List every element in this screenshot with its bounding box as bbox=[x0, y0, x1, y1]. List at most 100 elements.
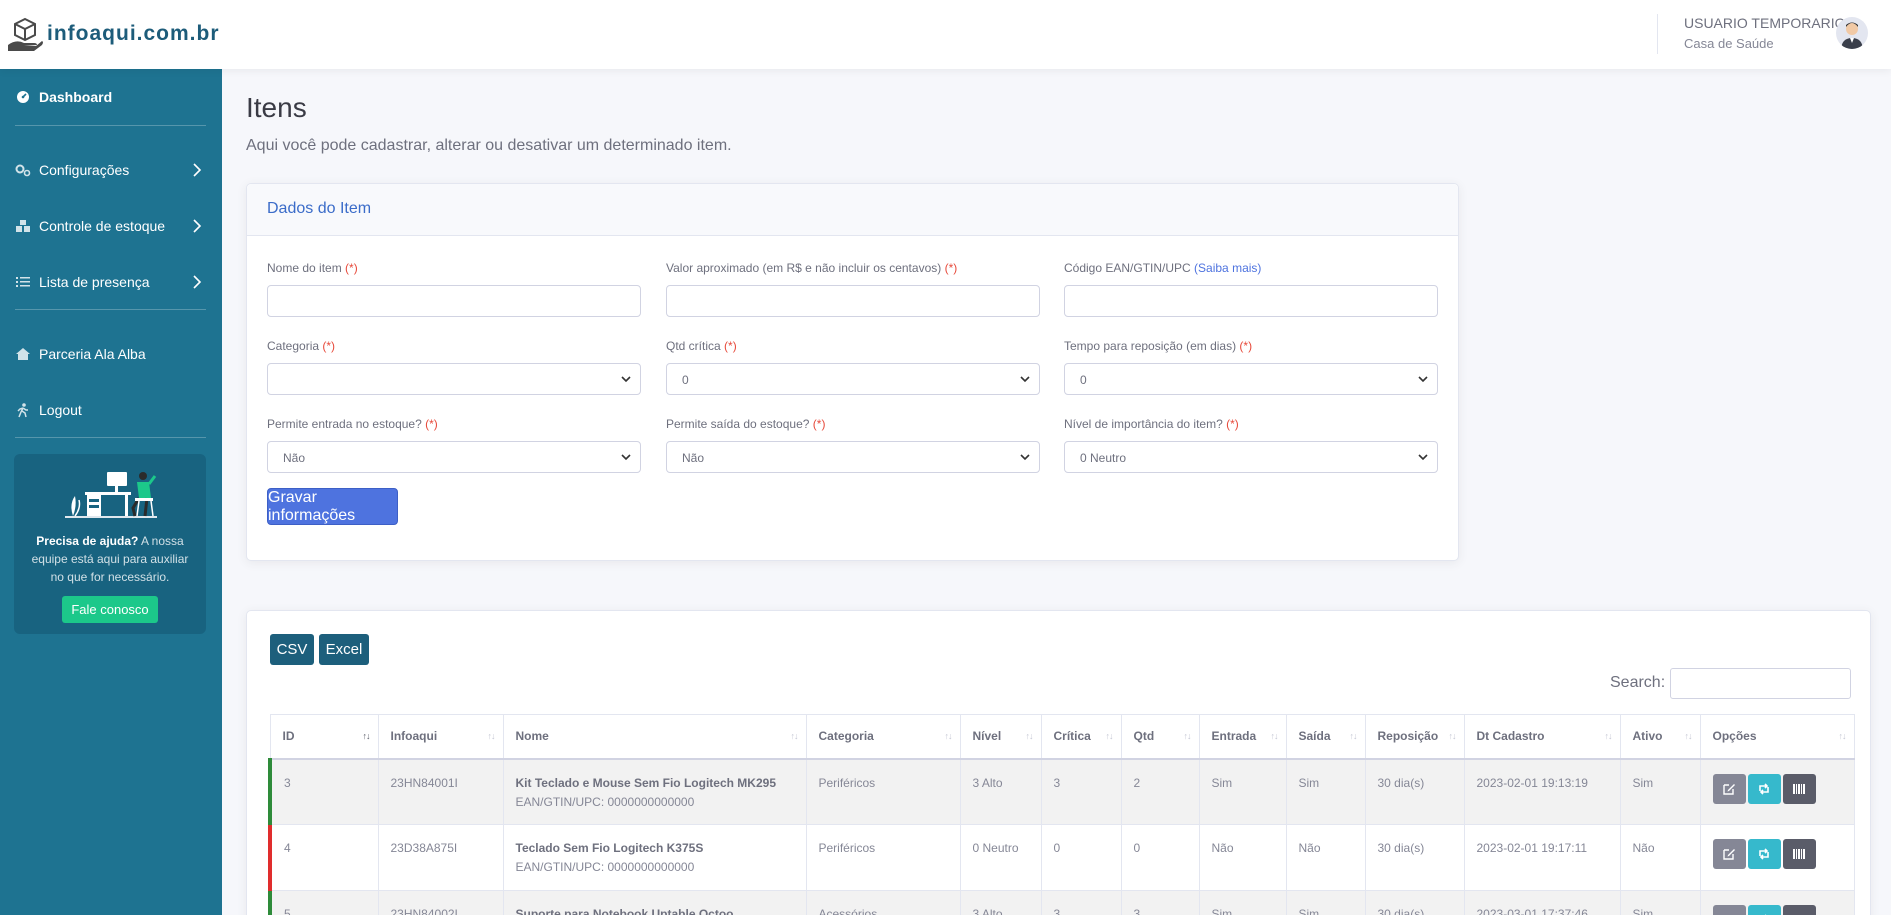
cell-dt-cadastro: 2023-03-01 17:37:46 bbox=[1463, 890, 1621, 915]
excel-export-button[interactable]: Excel bbox=[319, 634, 369, 665]
saida-select[interactable]: Não bbox=[666, 441, 1040, 473]
barcode-button[interactable] bbox=[1782, 905, 1816, 915]
sort-icon: ↑↓ bbox=[1105, 731, 1114, 741]
csv-export-button[interactable]: CSV bbox=[270, 634, 314, 665]
cell-infoaqui: 23HN84001I bbox=[377, 758, 504, 825]
sort-icon: ↑↓ bbox=[1270, 731, 1279, 741]
column-header-id[interactable]: ID ↑↓ bbox=[269, 714, 379, 760]
entrada-select[interactable]: Não bbox=[267, 441, 641, 473]
cell-id: 5 bbox=[268, 890, 379, 915]
sidebar-item-lista-presenca[interactable]: Lista de presença bbox=[0, 262, 222, 302]
saiba-mais-link[interactable]: (Saiba mais) bbox=[1194, 261, 1261, 275]
item-name: Kit Teclado e Mouse Sem Fio Logitech MK2… bbox=[515, 775, 777, 790]
entrada-label: Permite entrada no estoque? (*) bbox=[267, 417, 438, 431]
cell-nome: Teclado Sem Fio Logitech K375S EAN/GTIN/U… bbox=[502, 824, 807, 891]
cell-nivel: 3 Alto bbox=[959, 890, 1042, 915]
tempo-label: Tempo para reposição (em dias) (*) bbox=[1064, 339, 1253, 353]
edit-button[interactable] bbox=[1712, 905, 1746, 915]
sidebar-item-label: Logout bbox=[39, 402, 82, 418]
sidebar-item-logout[interactable]: Logout bbox=[0, 390, 222, 430]
page-title: Itens bbox=[246, 92, 307, 123]
column-header-nome[interactable]: Nome ↑↓ bbox=[502, 714, 807, 760]
sidebar-item-label: Lista de presença bbox=[39, 274, 150, 290]
sidebar-item-label: Controle de estoque bbox=[39, 218, 166, 234]
edit-button[interactable] bbox=[1712, 839, 1746, 869]
cell-infoaqui: 23HN84002I bbox=[377, 890, 504, 915]
edit-icon bbox=[1723, 783, 1735, 795]
sidebar-item-parceria[interactable]: Parceria Ala Alba bbox=[0, 334, 222, 374]
walking-icon bbox=[15, 402, 31, 418]
toggle-status-button[interactable] bbox=[1747, 905, 1781, 915]
desk-illustration-icon bbox=[65, 472, 157, 518]
sidebar-item-dashboard[interactable]: Dashboard bbox=[0, 77, 222, 117]
user-info[interactable]: USUARIO TEMPORARIO Casa de Saúde bbox=[1684, 15, 1846, 51]
retweet-icon bbox=[1759, 848, 1769, 860]
cell-nivel: 3 Alto bbox=[959, 758, 1042, 825]
nivel-select[interactable]: 0 Neutro bbox=[1064, 441, 1438, 473]
column-header-saida[interactable]: Saída ↑↓ bbox=[1285, 714, 1366, 760]
sort-icon: ↑↓ bbox=[1183, 731, 1192, 741]
codigo-input[interactable] bbox=[1064, 285, 1438, 317]
user-avatar-icon bbox=[1841, 22, 1863, 49]
table-header-row: ID ↑↓ Infoaqui ↑↓ Nome ↑↓ Categoria ↑↓ Nível… bbox=[269, 714, 1855, 760]
cell-dt-cadastro: 2023-02-01 19:13:19 bbox=[1463, 758, 1621, 825]
avatar[interactable] bbox=[1836, 17, 1868, 49]
saida-label: Permite saída do estoque? (*) bbox=[666, 417, 826, 431]
sidebar: Dashboard Configurações Controle de esto… bbox=[0, 69, 222, 915]
column-header-entrada[interactable]: Entrada ↑↓ bbox=[1198, 714, 1287, 760]
sidebar-item-label: Parceria Ala Alba bbox=[39, 346, 146, 362]
sort-icon: ↑↓ bbox=[487, 731, 496, 741]
cell-opcoes bbox=[1699, 758, 1855, 825]
toggle-status-button[interactable] bbox=[1747, 773, 1781, 804]
cell-saida: Não bbox=[1285, 824, 1366, 891]
cell-entrada: Não bbox=[1198, 824, 1287, 891]
cell-id: 3 bbox=[268, 758, 379, 825]
nome-input[interactable] bbox=[267, 285, 641, 317]
brand-logo[interactable]: infoaqui.com.br bbox=[6, 15, 220, 53]
barcode-button[interactable] bbox=[1782, 773, 1816, 804]
table-row: 3 23HN84001I Kit Teclado e Mouse Sem Fio… bbox=[268, 758, 1855, 825]
nome-label: Nome do item (*) bbox=[267, 261, 358, 275]
chevron-right-icon bbox=[193, 275, 202, 289]
tempo-select[interactable]: 0 bbox=[1064, 363, 1438, 395]
sort-icon: ↑↓ bbox=[790, 731, 799, 741]
cell-qtd: 2 bbox=[1120, 758, 1200, 825]
cell-ativo: Sim bbox=[1619, 758, 1701, 825]
column-header-qtd[interactable]: Qtd ↑↓ bbox=[1120, 714, 1200, 760]
qtd-critica-select[interactable]: 0 bbox=[666, 363, 1040, 395]
sort-icon: ↑↓ bbox=[1684, 731, 1693, 741]
page-subtitle: Aqui você pode cadastrar, alterar ou des… bbox=[246, 137, 732, 154]
column-header-dt-cadastro[interactable]: Dt Cadastro ↑↓ bbox=[1463, 714, 1621, 760]
contact-button[interactable]: Fale conosco bbox=[62, 596, 158, 623]
card-header: Dados do Item bbox=[247, 184, 1458, 236]
cell-reposicao: 30 dia(s) bbox=[1364, 824, 1465, 891]
sidebar-item-configuracoes[interactable]: Configurações bbox=[0, 150, 222, 190]
column-header-infoaqui[interactable]: Infoaqui ↑↓ bbox=[377, 714, 504, 760]
column-header-nivel[interactable]: Nível ↑↓ bbox=[959, 714, 1042, 760]
list-icon bbox=[15, 274, 31, 290]
column-header-opcoes[interactable]: Opções ↑↓ bbox=[1699, 714, 1855, 760]
column-header-critica[interactable]: Crítica ↑↓ bbox=[1040, 714, 1122, 760]
save-button[interactable]: Gravar informações bbox=[267, 488, 398, 525]
chevron-down-icon bbox=[1418, 376, 1428, 383]
sidebar-item-label: Configurações bbox=[39, 162, 130, 178]
column-header-categoria[interactable]: Categoria ↑↓ bbox=[805, 714, 961, 760]
cube-hand-logo-icon bbox=[8, 17, 43, 51]
user-name: USUARIO TEMPORARIO bbox=[1684, 15, 1846, 31]
valor-input[interactable] bbox=[666, 285, 1040, 317]
column-header-ativo[interactable]: Ativo ↑↓ bbox=[1619, 714, 1701, 760]
categoria-select[interactable] bbox=[267, 363, 641, 395]
sidebar-item-controle-estoque[interactable]: Controle de estoque bbox=[0, 206, 222, 246]
house-icon bbox=[15, 346, 31, 362]
column-header-reposicao[interactable]: Reposição ↑↓ bbox=[1364, 714, 1465, 760]
toggle-status-button[interactable] bbox=[1747, 839, 1781, 869]
search-input[interactable] bbox=[1670, 668, 1851, 699]
cell-categoria: Periféricos bbox=[805, 824, 961, 891]
barcode-button[interactable] bbox=[1782, 839, 1816, 869]
edit-button[interactable] bbox=[1712, 773, 1746, 804]
item-ean: EAN/GTIN/UPC: 0000000000000 bbox=[515, 860, 695, 874]
nivel-label: Nível de importância do item? (*) bbox=[1064, 417, 1239, 431]
item-name: Suporte para Notebook Uptable Octoo bbox=[515, 907, 734, 915]
sidebar-divider bbox=[15, 437, 206, 438]
item-form-card: Dados do Item Nome do item (*) Valor apr… bbox=[246, 183, 1459, 561]
